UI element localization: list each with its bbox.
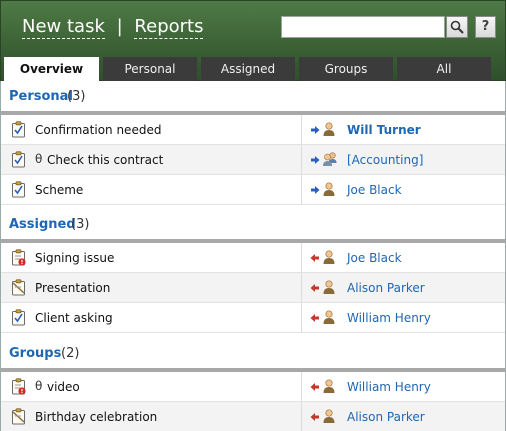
user-icon: [322, 121, 338, 137]
tab-personal[interactable]: Personal: [103, 57, 197, 81]
help-button[interactable]: ?: [475, 16, 496, 38]
task-checked-icon: [11, 121, 26, 138]
task-name[interactable]: Scheme: [35, 183, 83, 197]
column-divider: [301, 145, 302, 174]
section-assigned: Assigned (3): [1, 209, 505, 239]
section-title-groups[interactable]: Groups: [9, 346, 61, 361]
tab-bar: Overview Personal Assigned Groups All: [0, 57, 506, 82]
tab-overview[interactable]: Overview: [4, 57, 99, 82]
arrow-left-icon: [310, 411, 320, 421]
section-groups: Groups (2): [1, 338, 505, 368]
task-overview-panel: Personal (3) Confirmation needed Will Tur…: [0, 81, 506, 431]
assignee-link[interactable]: Will Turner: [347, 123, 421, 137]
section-count-personal: (3): [67, 89, 86, 104]
task-checked-icon: [11, 181, 26, 198]
reports-link[interactable]: Reports: [134, 16, 204, 39]
column-divider: [301, 273, 302, 302]
section-count-groups: (2): [61, 346, 80, 361]
arrow-left-icon: [310, 252, 320, 262]
task-name[interactable]: Signing issue: [35, 251, 114, 265]
user-icon: [322, 181, 338, 197]
task-name[interactable]: Client asking: [35, 311, 113, 325]
task-row[interactable]: Birthday celebration Alison Parker: [1, 402, 505, 431]
column-divider: [301, 402, 302, 431]
column-divider: [301, 303, 302, 332]
task-alert-icon: [11, 249, 26, 266]
arrow-right-icon: [310, 154, 320, 164]
task-row[interactable]: θ Check this contract [Accounting]: [1, 145, 505, 175]
task-row[interactable]: Signing issue Joe Black: [1, 243, 505, 273]
assignee-link[interactable]: Joe Black: [347, 251, 402, 265]
assignee-link[interactable]: Alison Parker: [347, 281, 425, 295]
arrow-left-icon: [310, 381, 320, 391]
task-row[interactable]: θ video William Henry: [1, 372, 505, 402]
arrow-right-icon: [310, 124, 320, 134]
title-separator: |: [116, 16, 123, 37]
column-divider: [301, 243, 302, 272]
search-input[interactable]: [281, 16, 445, 38]
task-name[interactable]: Check this contract: [47, 153, 163, 167]
task-name[interactable]: Confirmation needed: [35, 123, 161, 137]
column-divider: [301, 372, 302, 401]
task-checked-icon: [11, 151, 26, 168]
search-button[interactable]: [446, 16, 468, 38]
group-icon: [322, 151, 338, 167]
assignee-link[interactable]: Joe Black: [347, 183, 402, 197]
section-title-personal[interactable]: Personal: [9, 89, 73, 104]
task-row[interactable]: Scheme Joe Black: [1, 175, 505, 205]
header-title-area: New task | Reports: [22, 16, 204, 39]
search-icon: [450, 20, 464, 34]
section-title-assigned[interactable]: Assigned: [9, 217, 76, 232]
user-icon: [322, 408, 338, 424]
column-divider: [301, 175, 302, 204]
task-row[interactable]: Client asking William Henry: [1, 303, 505, 333]
user-icon: [322, 309, 338, 325]
task-name[interactable]: video: [47, 380, 80, 394]
task-row[interactable]: Confirmation needed Will Turner: [1, 115, 505, 145]
user-icon: [322, 249, 338, 265]
attachment-icon: θ: [35, 152, 43, 166]
attachment-icon: θ: [35, 379, 43, 393]
user-icon: [322, 378, 338, 394]
arrow-left-icon: [310, 312, 320, 322]
assignee-link[interactable]: [Accounting]: [347, 153, 423, 167]
tab-groups[interactable]: Groups: [299, 57, 393, 81]
new-task-link[interactable]: New task: [22, 16, 105, 39]
task-checked-icon: [11, 309, 26, 326]
column-divider: [301, 115, 302, 144]
tab-all[interactable]: All: [397, 57, 491, 81]
task-name[interactable]: Birthday celebration: [35, 410, 157, 424]
task-row[interactable]: Presentation Alison Parker: [1, 273, 505, 303]
task-name[interactable]: Presentation: [35, 281, 110, 295]
assignee-link[interactable]: Alison Parker: [347, 410, 425, 424]
assignee-link[interactable]: William Henry: [347, 311, 431, 325]
section-count-assigned: (3): [71, 217, 90, 232]
arrow-right-icon: [310, 184, 320, 194]
assignee-link[interactable]: William Henry: [347, 380, 431, 394]
user-icon: [322, 279, 338, 295]
section-personal: Personal (3): [1, 81, 505, 111]
task-note-icon: [11, 279, 26, 296]
tab-assigned[interactable]: Assigned: [201, 57, 295, 81]
arrow-left-icon: [310, 282, 320, 292]
task-note-icon: [11, 408, 26, 425]
task-alert-icon: [11, 378, 26, 395]
